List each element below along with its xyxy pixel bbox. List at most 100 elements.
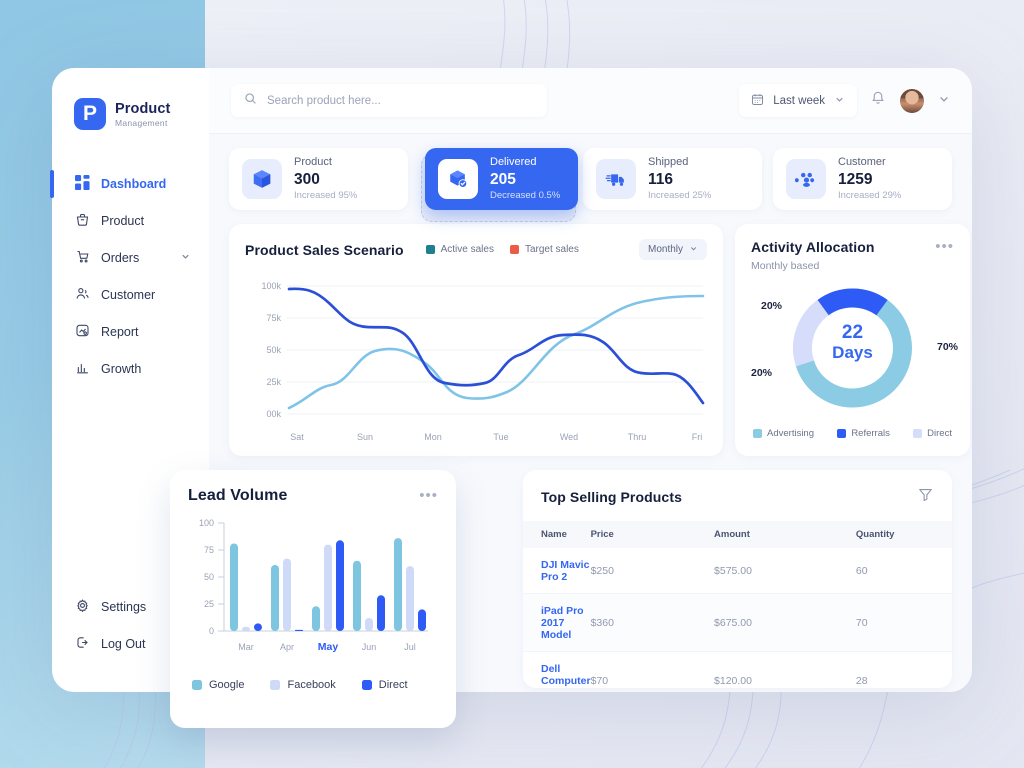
column-header-amount: Amount — [714, 521, 856, 548]
brand: P Product Management — [52, 92, 209, 130]
top-selling-products-table: Name Price Amount Quantity DJI Mavic Pro… — [523, 521, 952, 688]
legend-swatch — [509, 245, 519, 254]
legend-swatch — [837, 429, 847, 438]
column-header-name: Name — [523, 521, 591, 548]
sidebar-item-orders[interactable]: Orders — [52, 240, 209, 276]
date-filter-dropdown[interactable]: Last week — [739, 84, 857, 117]
cell-quantity: 70 — [855, 616, 868, 629]
truck-icon — [596, 159, 636, 199]
svg-text:0: 0 — [209, 626, 214, 636]
panel-title: Top Selling Products — [541, 489, 682, 505]
lead-volume-bar-chart: 100 75 50 25 0 Mar Apr May Jun Jul — [188, 505, 438, 670]
table-header: Name Price Amount Quantity — [523, 521, 952, 548]
stat-value: 300 — [294, 170, 320, 188]
svg-text:May: May — [318, 641, 339, 653]
legend-label: Facebook — [287, 679, 336, 691]
legend-label: Referrals — [851, 428, 890, 439]
panel-title: Lead Volume — [188, 487, 288, 504]
svg-text:75: 75 — [204, 545, 214, 555]
svg-text:50k: 50k — [266, 345, 281, 355]
sidebar-item-product[interactable]: Product — [52, 203, 209, 239]
activity-donut-chart: 22 Days 20% 70% 20% — [751, 278, 958, 418]
legend-swatch — [753, 429, 762, 438]
charts-row: Product Sales Scenario Active sales Targ… — [229, 224, 970, 456]
stat-card-customer[interactable]: Customer 1259 Increased 29% — [773, 148, 952, 210]
cell-price: $250 — [590, 564, 614, 577]
notification-bell-icon[interactable] — [870, 90, 886, 111]
donut-center-number: 22 — [841, 322, 864, 343]
table-row[interactable]: DJI Mavic Pro 2 $250 $575.00 60 — [523, 548, 952, 594]
stat-delta: Increased 25% — [648, 189, 712, 201]
cell-amount: $575.00 — [714, 564, 752, 577]
avatar[interactable] — [899, 87, 925, 114]
activity-subtitle: Monthly based — [751, 260, 820, 272]
filter-icon[interactable] — [917, 486, 934, 508]
cell-name[interactable]: Dell Computer Monitor — [523, 652, 591, 689]
table-row[interactable]: iPad Pro 2017 Model $360 $675.00 70 — [523, 593, 952, 652]
donut-label-advertising-pct: 70% — [936, 341, 958, 353]
chevron-down-icon[interactable] — [180, 251, 191, 265]
cell-name[interactable]: iPad Pro 2017 Model — [523, 594, 591, 652]
lead-volume-legend: Google Facebook Direct — [188, 679, 438, 691]
more-options-icon[interactable]: ••• — [935, 239, 954, 254]
more-options-icon[interactable]: ••• — [419, 488, 438, 503]
stat-title: Delivered — [490, 155, 537, 168]
topbar-actions: Last week — [739, 84, 950, 117]
panel-title: Product Sales Scenario — [245, 241, 404, 258]
report-icon — [75, 323, 90, 341]
lead-volume-panel: Lead Volume ••• 100 75 50 25 0 Mar Apr M… — [170, 470, 456, 728]
legend-item-facebook: Facebook — [270, 679, 336, 691]
stat-card-product[interactable]: Product 300 Increased 95% — [229, 148, 408, 210]
activity-legend: Advertising Referrals Direct — [751, 428, 954, 439]
svg-text:00k: 00k — [266, 409, 281, 419]
sidebar-item-customer[interactable]: Customer — [52, 277, 209, 313]
activity-allocation-panel: Activity Allocation ••• Monthly based 22… — [735, 224, 970, 456]
topbar: Last week — [209, 68, 972, 134]
chevron-down-icon — [689, 244, 698, 256]
svg-text:Fri: Fri — [692, 432, 703, 442]
legend-label: Google — [209, 679, 245, 691]
stat-card-delivered[interactable]: Delivered 205 Decreased 0.5% — [425, 148, 578, 210]
brand-subtitle: Management — [115, 117, 168, 128]
svg-text:Mar: Mar — [238, 642, 254, 652]
gear-icon — [75, 598, 90, 616]
stat-delta: Increased 29% — [838, 189, 902, 201]
svg-text:Jun: Jun — [362, 642, 377, 652]
brand-name: Product — [115, 100, 171, 117]
sales-range-dropdown[interactable]: Monthly — [638, 239, 707, 260]
chevron-down-icon[interactable] — [938, 92, 950, 110]
svg-text:Mon: Mon — [424, 432, 442, 442]
top-selling-products-panel: Top Selling Products Name Price Amount Q… — [523, 470, 952, 688]
brand-logo-icon: P — [74, 98, 106, 130]
search-input[interactable] — [267, 94, 534, 107]
range-label: Monthly — [647, 244, 683, 255]
legend-item-referrals: Referrals — [837, 428, 890, 439]
sidebar-item-report[interactable]: Report — [52, 314, 209, 350]
legend-item-direct: Direct — [913, 428, 952, 439]
svg-text:Thru: Thru — [628, 432, 647, 442]
svg-text:Sun: Sun — [357, 432, 373, 442]
legend-label: Active sales — [440, 244, 494, 255]
sidebar-item-growth[interactable]: Growth — [52, 351, 209, 387]
chevron-down-icon — [834, 94, 845, 108]
stat-cards: Product 300 Increased 95% Delivered 205 … — [229, 148, 952, 222]
sidebar-item-label: Orders — [101, 251, 140, 265]
sales-line-chart: 100k 75k 50k 25k 00k Sat Sun Mon Tue Wed… — [245, 270, 707, 453]
donut-center-label: 22 Days — [751, 322, 954, 362]
search-box[interactable] — [231, 84, 547, 117]
svg-text:25k: 25k — [266, 377, 281, 387]
lead-panel-header: Lead Volume ••• — [188, 487, 438, 505]
legend-item-target-sales: Target sales — [509, 244, 579, 255]
table-panel-header: Top Selling Products — [523, 470, 952, 521]
stat-card-shipped[interactable]: Shipped 116 Increased 25% — [583, 148, 762, 210]
cell-name[interactable]: DJI Mavic Pro 2 — [523, 548, 591, 594]
table-row[interactable]: Dell Computer Monitor $70 $120.00 28 — [523, 652, 952, 689]
svg-text:75k: 75k — [266, 313, 281, 323]
legend-label: Target sales — [524, 244, 579, 255]
sidebar-item-dashboard[interactable]: Dashboard — [50, 166, 209, 202]
stat-value: 205 — [490, 170, 516, 188]
logout-icon — [75, 635, 90, 653]
panel-title: Activity Allocation — [751, 239, 875, 255]
donut-center-unit: Days — [832, 343, 873, 363]
stat-value: 1259 — [838, 170, 873, 188]
